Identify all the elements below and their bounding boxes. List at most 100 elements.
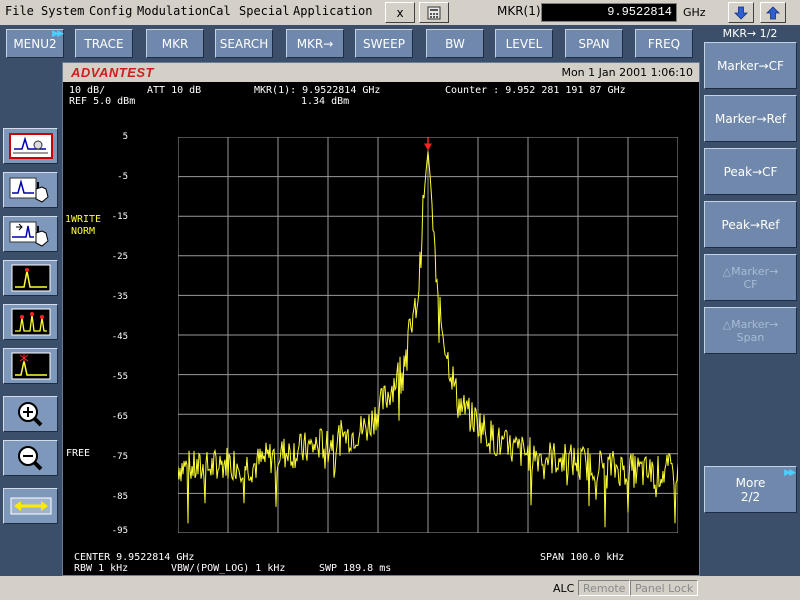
menu-config[interactable]: Config bbox=[89, 4, 132, 18]
span-expand-icon bbox=[10, 497, 52, 515]
remote-indicator: Remote bbox=[578, 580, 631, 596]
softkey-search[interactable]: SEARCH bbox=[215, 29, 273, 58]
softkey-freq[interactable]: FREQ bbox=[635, 29, 693, 58]
brand-logo: ADVANTEST bbox=[71, 65, 154, 80]
softkey-mkr-to[interactable]: MKR→ bbox=[286, 29, 344, 58]
softkey-row: MENU2 ▶▶ TRACE MKR SEARCH MKR→ SWEEP BW … bbox=[0, 25, 800, 62]
softkey-trace[interactable]: TRACE bbox=[75, 29, 133, 58]
menu-cal[interactable]: Cal bbox=[209, 4, 231, 18]
y-tick-label: -65 bbox=[111, 412, 128, 422]
multi-peak-icon bbox=[11, 308, 51, 336]
step-up-button[interactable] bbox=[760, 2, 786, 23]
y-tick-label: -55 bbox=[111, 372, 128, 382]
delta-marker-to-cf-button[interactable]: △Marker→ CF bbox=[704, 254, 797, 301]
status-bar: ALC Remote Panel Lock bbox=[0, 576, 800, 600]
softkey-menu2-label: MENU2 bbox=[13, 36, 57, 51]
span-expand-button[interactable] bbox=[3, 488, 58, 524]
single-peak-icon bbox=[11, 264, 51, 292]
y-tick-label: -5 bbox=[117, 172, 128, 182]
more-button-page: 2/2 bbox=[740, 489, 761, 504]
peak-to-cf-button[interactable]: Peak→CF bbox=[704, 148, 797, 195]
menu-bar: File System Config Modulation Cal Specia… bbox=[0, 0, 800, 25]
delta-marker-span-line1: △Marker→ bbox=[722, 317, 779, 331]
y-tick-label: 5 bbox=[122, 132, 128, 142]
next-peak-hand-icon bbox=[9, 221, 49, 247]
next-peak-hand-button[interactable] bbox=[3, 216, 58, 252]
sweep-time-readout: SWP 189.8 ms bbox=[319, 563, 392, 574]
zoom-in-button[interactable] bbox=[3, 396, 58, 432]
step-down-button[interactable] bbox=[728, 2, 754, 23]
softkey-bw[interactable]: BW bbox=[426, 29, 484, 58]
softkey-span[interactable]: SPAN bbox=[565, 29, 623, 58]
trace-detector-label: NORM bbox=[70, 226, 96, 237]
date-time: Mon 1 Jan 2001 1:06:10 bbox=[561, 66, 693, 79]
y-tick-label: -95 bbox=[111, 526, 128, 536]
display-header: ADVANTEST Mon 1 Jan 2001 1:06:10 bbox=[63, 63, 699, 82]
marker-level-readout: 1.34 dBm bbox=[301, 96, 350, 107]
peak-hand-icon bbox=[9, 177, 49, 203]
marker-to-cf-button[interactable]: Marker→CF bbox=[704, 42, 797, 89]
y-tick-label: -15 bbox=[111, 212, 128, 222]
zoom-in-icon bbox=[18, 402, 43, 427]
softkey-menu2[interactable]: MENU2 ▶▶ bbox=[6, 29, 64, 58]
marker-unit: GHz bbox=[683, 6, 706, 19]
peak-hand-button[interactable] bbox=[3, 172, 58, 208]
delta-marker-span-line2: Span bbox=[736, 330, 765, 344]
spectrum-plot[interactable] bbox=[178, 137, 678, 533]
double-arrow-icon: ▶▶ bbox=[784, 468, 796, 478]
y-tick-label: -45 bbox=[111, 332, 128, 342]
y-tick-label: -35 bbox=[111, 292, 128, 302]
peak-search-icon bbox=[9, 133, 53, 159]
right-softkey-panel: MKR→ 1/2 Marker→CF Marker→Ref Peak→CF Pe… bbox=[700, 25, 800, 576]
double-arrow-icon: ▶▶ bbox=[52, 29, 64, 39]
function-icon-column bbox=[0, 62, 62, 576]
counter-readout: Counter : 9.952 281 191 87 GHz bbox=[445, 85, 626, 96]
zoom-out-button[interactable] bbox=[3, 440, 58, 476]
y-tick-label: -85 bbox=[111, 492, 128, 502]
more-button[interactable]: More 2/2 ▶▶ bbox=[704, 466, 797, 513]
marker-frequency-input[interactable]: 9.9522814 bbox=[541, 3, 677, 22]
marker-peak-icon bbox=[11, 352, 51, 380]
arrow-down-icon bbox=[734, 6, 748, 20]
vbw-readout: VBW/(POW_LOG) 1 kHz bbox=[171, 563, 286, 574]
zoom-out-icon bbox=[18, 446, 43, 471]
calculator-button[interactable] bbox=[419, 2, 449, 23]
close-button-label: x bbox=[396, 5, 404, 20]
more-button-label: More bbox=[735, 475, 766, 490]
marker-peak-button[interactable] bbox=[3, 348, 58, 384]
menu-system[interactable]: System bbox=[41, 4, 84, 18]
peak-search-button[interactable] bbox=[3, 128, 58, 164]
marker-readout: MKR(1): 9.9522814 GHz bbox=[254, 85, 381, 96]
alc-indicator: ALC bbox=[553, 582, 575, 595]
delta-marker-cf-line2: CF bbox=[743, 277, 758, 291]
marker-1-triangle bbox=[424, 143, 432, 151]
center-freq-readout: CENTER 9.9522814 GHz bbox=[74, 552, 195, 563]
scale-readout: 10 dB/ bbox=[69, 85, 106, 96]
ref-level-readout: REF 5.0 dBm bbox=[69, 96, 136, 107]
marker-readout-label: MKR(1): bbox=[497, 4, 545, 18]
softkey-sweep[interactable]: SWEEP bbox=[355, 29, 413, 58]
single-peak-button[interactable] bbox=[3, 260, 58, 296]
softkey-mkr[interactable]: MKR bbox=[146, 29, 204, 58]
panel-lock-indicator: Panel Lock bbox=[630, 580, 699, 596]
close-button[interactable]: x bbox=[385, 2, 415, 23]
marker-to-ref-button[interactable]: Marker→Ref bbox=[704, 95, 797, 142]
softkey-level[interactable]: LEVEL bbox=[495, 29, 553, 58]
panel-title: MKR→ 1/2 bbox=[722, 27, 778, 40]
spectrum-display: ADVANTEST Mon 1 Jan 2001 1:06:10 10 dB/ … bbox=[62, 62, 700, 576]
peak-to-ref-button[interactable]: Peak→Ref bbox=[704, 201, 797, 248]
span-readout: SPAN 100.0 kHz bbox=[540, 552, 625, 563]
menu-application[interactable]: Application bbox=[293, 4, 372, 18]
att-readout: ATT 10 dB bbox=[147, 85, 202, 96]
menu-file[interactable]: File bbox=[5, 4, 34, 18]
y-tick-label: -75 bbox=[111, 452, 128, 462]
y-tick-label: -25 bbox=[111, 252, 128, 262]
multi-peak-button[interactable] bbox=[3, 304, 58, 340]
delta-marker-cf-line1: △Marker→ bbox=[722, 264, 779, 278]
arrow-up-icon bbox=[766, 5, 780, 19]
delta-marker-to-span-button[interactable]: △Marker→ Span bbox=[704, 307, 797, 354]
menu-special[interactable]: Special bbox=[239, 4, 290, 18]
menu-modulation[interactable]: Modulation bbox=[137, 4, 209, 18]
calculator-icon bbox=[427, 6, 441, 19]
rbw-readout: RBW 1 kHz bbox=[74, 563, 129, 574]
